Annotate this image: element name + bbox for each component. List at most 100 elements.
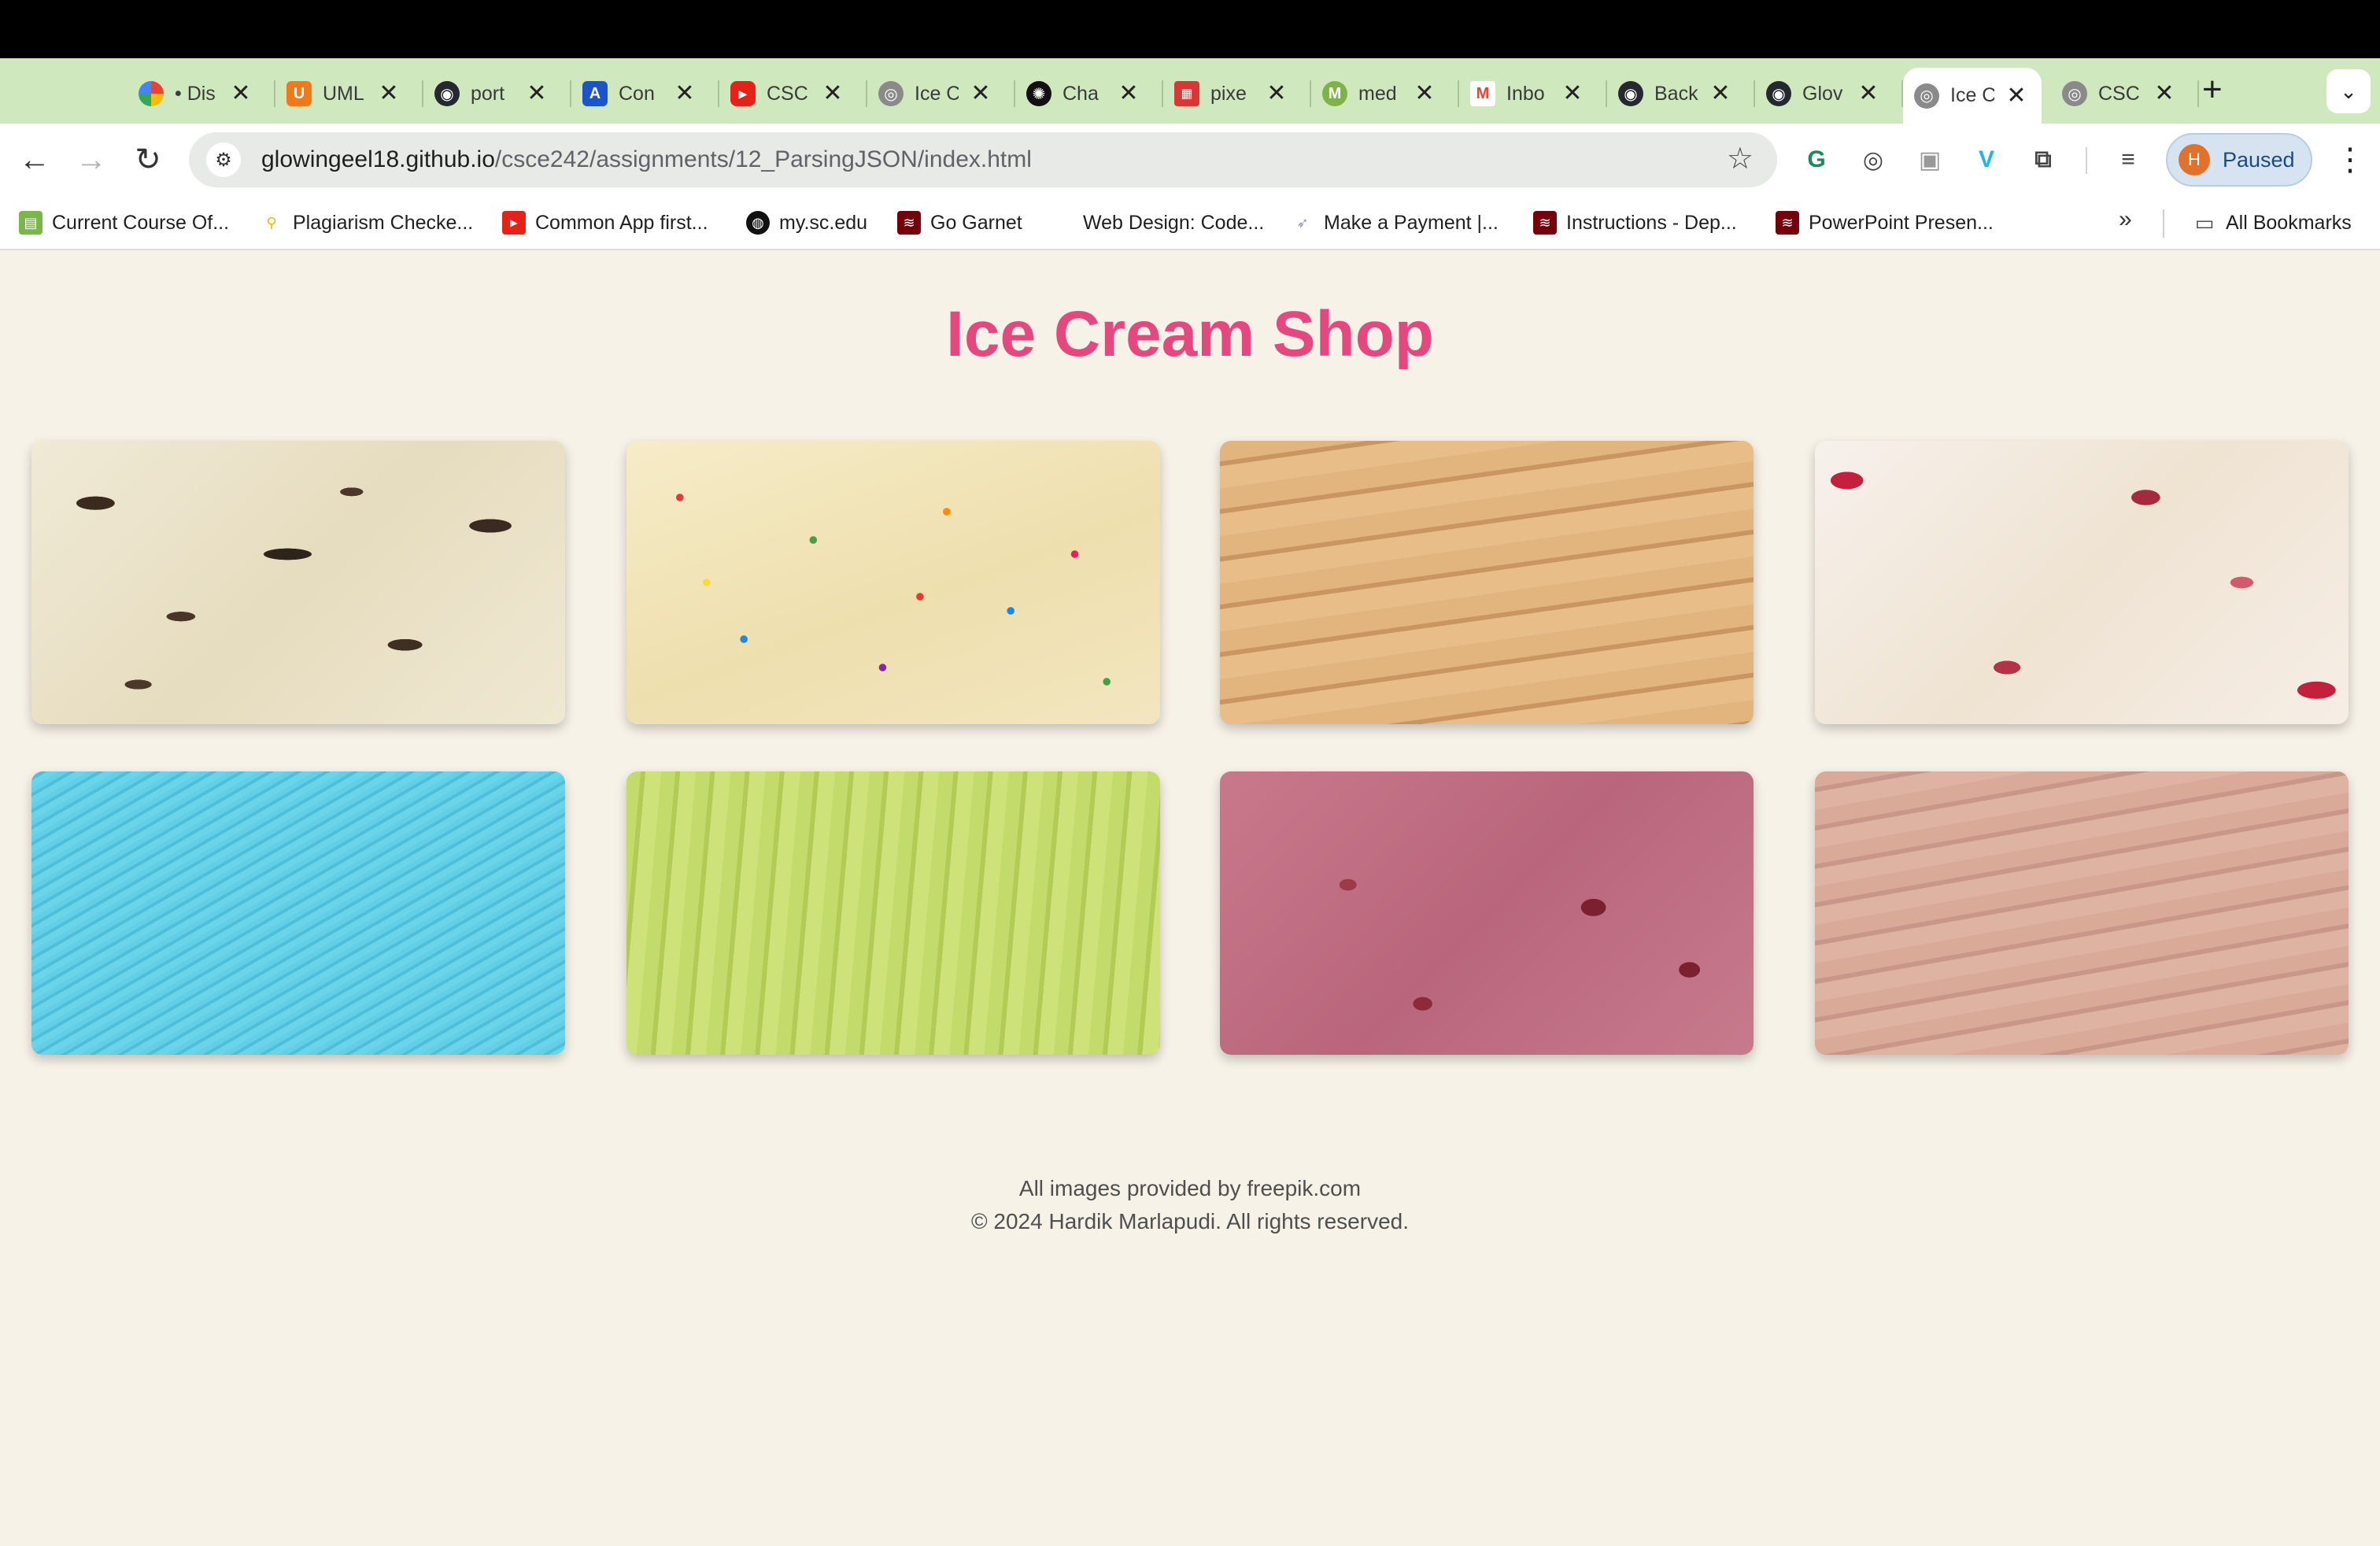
flavor-card[interactable] bbox=[1815, 441, 2349, 724]
tab-title: med bbox=[1358, 82, 1397, 105]
bookmark-label: Current Course Of... bbox=[52, 211, 230, 234]
bookmark-3[interactable]: ▶ Common App first... bbox=[502, 207, 708, 239]
umlet-icon: U bbox=[286, 81, 312, 106]
url-path: /csce242/assignments/12_ParsingJSON/inde… bbox=[494, 146, 1032, 172]
tab-title: pixe bbox=[1210, 82, 1247, 105]
bookmark-7[interactable]: ➶ Make a Payment |... bbox=[1291, 207, 1498, 239]
bookmark-5[interactable]: ≋ Go Garnet bbox=[897, 207, 1022, 239]
bookmark-6[interactable]: Web Design: Code... bbox=[1050, 207, 1264, 239]
course-icon: ▤ bbox=[19, 211, 42, 235]
media-control-icon[interactable]: ≡ bbox=[2111, 142, 2145, 177]
tab-title: port bbox=[471, 82, 505, 105]
close-icon[interactable]: ✕ bbox=[1118, 82, 1140, 105]
flavor-card[interactable] bbox=[1815, 771, 2349, 1055]
back-button[interactable]: ← bbox=[14, 139, 55, 180]
bookmark-2[interactable]: ⚲ Plagiarism Checke... bbox=[260, 207, 473, 239]
flavor-card[interactable] bbox=[1220, 441, 1754, 724]
tab-title: CSC bbox=[767, 82, 808, 105]
flavor-card[interactable] bbox=[1220, 771, 1754, 1055]
grammarly-icon[interactable]: G bbox=[1799, 142, 1834, 177]
bookmark-label: Plagiarism Checke... bbox=[293, 211, 474, 234]
reload-icon: ↻ bbox=[135, 142, 161, 177]
more-menu-icon[interactable]: ⋮ bbox=[2334, 141, 2366, 179]
close-icon[interactable]: ✕ bbox=[1414, 82, 1436, 105]
tab-7[interactable]: ✺ Cha ✕ bbox=[1015, 68, 1163, 120]
profile-button[interactable]: H Paused bbox=[2166, 133, 2312, 187]
folder-icon: ▭ bbox=[2194, 210, 2215, 235]
tab-10[interactable]: M Inbo ✕ bbox=[1459, 68, 1607, 120]
bookmark-1[interactable]: ▤ Current Course Of... bbox=[19, 207, 229, 239]
close-icon[interactable]: ✕ bbox=[1709, 82, 1731, 105]
tab-5[interactable]: ▶ CSC ✕ bbox=[719, 68, 867, 120]
bookmark-9[interactable]: ≋ PowerPoint Presen... bbox=[1776, 207, 1994, 239]
payment-icon: ➶ bbox=[1296, 214, 1309, 231]
close-icon[interactable]: ✕ bbox=[970, 82, 992, 105]
tab-11[interactable]: ◉ Back ✕ bbox=[1607, 68, 1755, 120]
extension-circle-icon[interactable]: ◎ bbox=[1856, 142, 1890, 177]
tab-14[interactable]: ◎ CSC ✕ bbox=[2051, 68, 2199, 120]
github-icon: ◉ bbox=[1766, 81, 1791, 106]
bookmark-star-icon[interactable]: ☆ bbox=[1727, 143, 1754, 175]
globe-icon: ◍ bbox=[746, 211, 770, 235]
bookmark-8[interactable]: ≋ Instructions - Dep... bbox=[1533, 207, 1737, 239]
close-icon[interactable]: ✕ bbox=[1561, 82, 1584, 105]
globe-icon: ◎ bbox=[2062, 81, 2087, 106]
vimeo-icon[interactable]: V bbox=[1969, 142, 2004, 177]
forward-button[interactable]: → bbox=[71, 139, 112, 180]
url-text[interactable]: glowingeel18.github.io/csce242/assignmen… bbox=[261, 146, 1032, 173]
close-icon[interactable]: ✕ bbox=[2153, 82, 2175, 105]
tab-12[interactable]: ◉ Glov ✕ bbox=[1755, 68, 1903, 120]
globe-icon: ◎ bbox=[1914, 83, 1939, 109]
address-bar[interactable]: ⚙ glowingeel18.github.io/csce242/assignm… bbox=[189, 132, 1777, 187]
tab-4[interactable]: A Con ✕ bbox=[571, 68, 719, 120]
close-icon[interactable]: ✕ bbox=[526, 82, 548, 105]
close-icon[interactable]: ✕ bbox=[378, 82, 400, 105]
reload-button[interactable]: ↻ bbox=[128, 139, 168, 180]
chatgpt-icon: ✺ bbox=[1026, 81, 1051, 106]
all-bookmarks[interactable]: ▭ All Bookmarks bbox=[2193, 207, 2352, 239]
tab-1[interactable]: • Dis ✕ bbox=[128, 68, 275, 120]
close-icon[interactable]: ✕ bbox=[230, 82, 252, 105]
tab-active[interactable]: ◎ Ice C ✕ bbox=[1903, 68, 2042, 124]
footer-copyright: © 2024 Hardik Marlapudi. All rights rese… bbox=[971, 1209, 1409, 1233]
toolbar-separator bbox=[2086, 147, 2087, 174]
flavor-card[interactable] bbox=[31, 441, 565, 724]
page-title: Ice Cream Shop bbox=[946, 298, 1434, 370]
avatar: H bbox=[2179, 144, 2210, 176]
close-icon[interactable]: ✕ bbox=[822, 82, 844, 105]
site-settings-icon[interactable]: ⚙ bbox=[206, 142, 241, 177]
close-icon[interactable]: ✕ bbox=[674, 82, 696, 105]
bookmark-4[interactable]: ◍ my.sc.edu bbox=[746, 207, 867, 239]
flavor-card[interactable] bbox=[626, 441, 1160, 724]
tab-6[interactable]: ◎ Ice C ✕ bbox=[867, 68, 1015, 120]
flavor-card[interactable] bbox=[31, 771, 565, 1055]
flavor-card[interactable] bbox=[626, 771, 1160, 1055]
close-icon[interactable]: ✕ bbox=[1266, 82, 1288, 105]
bookmark-label: Common App first... bbox=[535, 211, 708, 234]
arrow-left-icon: ← bbox=[19, 142, 50, 177]
pixel-icon: ▦ bbox=[1174, 81, 1199, 106]
mediavine-icon: M bbox=[1322, 81, 1347, 106]
tab-3[interactable]: ◉ port ✕ bbox=[423, 68, 571, 120]
tab-search-button[interactable]: ⌄ bbox=[2326, 69, 2371, 113]
profile-status-label: Paused bbox=[2223, 147, 2295, 172]
bookmark-label: PowerPoint Presen... bbox=[1809, 211, 1994, 234]
tab-title: Glov bbox=[1802, 82, 1843, 105]
tab-8[interactable]: ▦ pixe ✕ bbox=[1163, 68, 1311, 120]
github-icon: ◉ bbox=[1618, 81, 1643, 106]
window-top-bar bbox=[0, 0, 2380, 58]
close-icon[interactable]: ✕ bbox=[2005, 83, 2027, 108]
youtube-icon: ▶ bbox=[730, 81, 756, 106]
tab-9[interactable]: M med ✕ bbox=[1311, 68, 1459, 120]
tab-title: Ice C bbox=[915, 82, 959, 105]
tab-title: Inbo bbox=[1506, 82, 1545, 105]
tab-2[interactable]: U UML ✕ bbox=[275, 68, 423, 120]
bookmarks-overflow-icon[interactable]: » bbox=[2119, 206, 2132, 233]
tab-title: Back bbox=[1654, 82, 1698, 105]
tab-title: Ice C bbox=[1950, 84, 1994, 106]
extensions-puzzle-icon[interactable]: ⧉ bbox=[2026, 142, 2060, 177]
page-body: Ice Cream Shop All images provided by fr… bbox=[0, 250, 2380, 1546]
extension-square-icon[interactable]: ▣ bbox=[1913, 142, 1947, 177]
new-tab-button[interactable]: + bbox=[2202, 72, 2223, 107]
close-icon[interactable]: ✕ bbox=[1857, 82, 1879, 105]
